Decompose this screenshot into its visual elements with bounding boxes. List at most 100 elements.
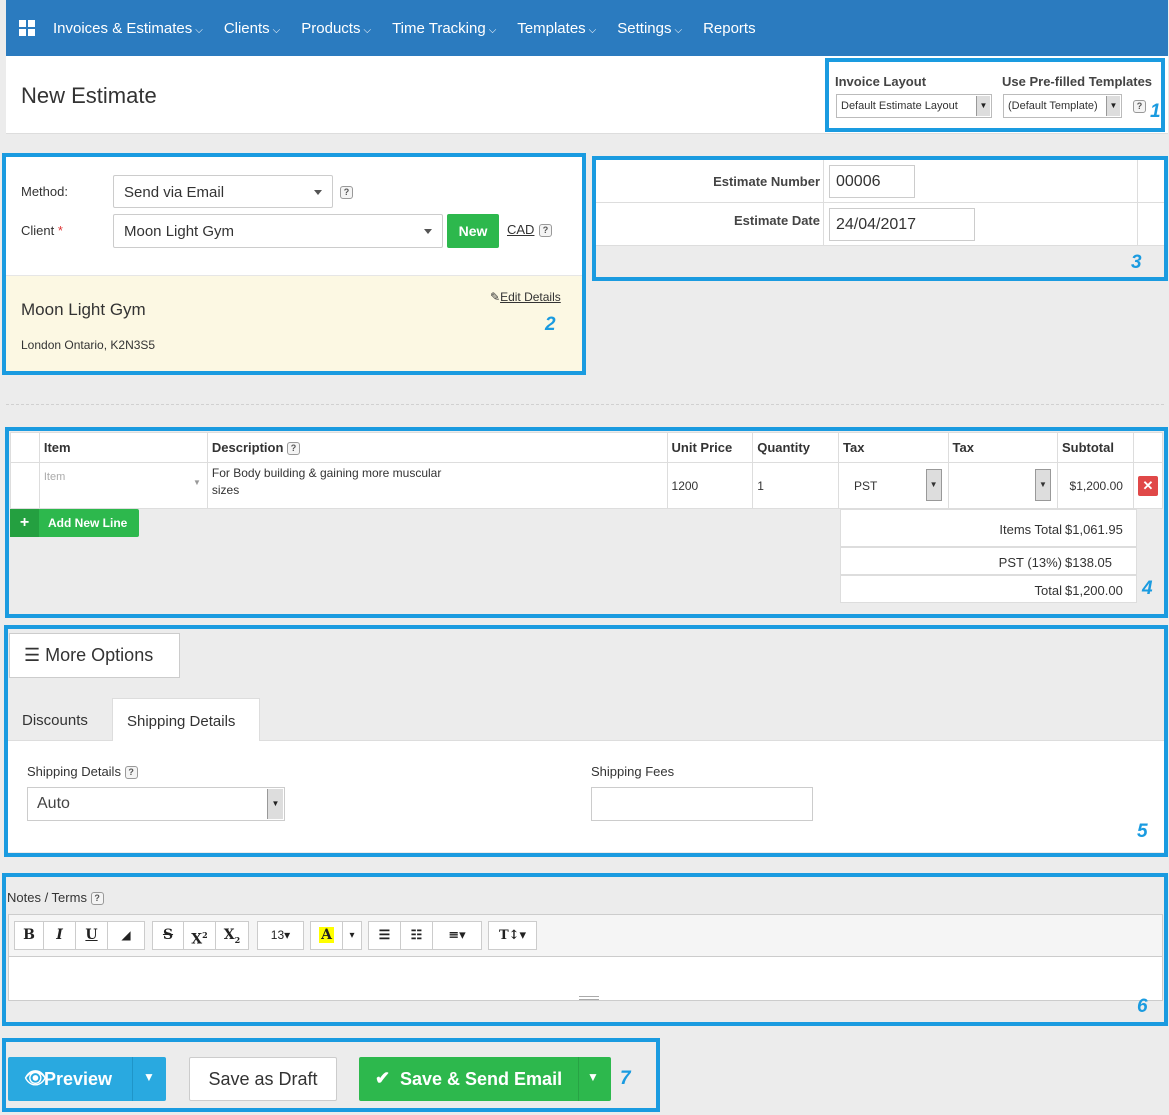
bold-button[interactable]: B	[14, 921, 44, 950]
items-total-value: $1,061.95	[1065, 522, 1123, 537]
estimate-date-input[interactable]: 24/04/2017	[829, 208, 975, 241]
tax-total-row: PST (13%) $138.05	[840, 547, 1137, 575]
superscript-button[interactable]: X2	[183, 921, 216, 950]
font-size-select[interactable]: 13▾	[257, 921, 304, 950]
editor-toolbar: B I U ◢ S X2 X2 13▾ A ▾ ☰ ☷ ≡▾ T↕▾	[8, 914, 1163, 956]
nav-item-settings[interactable]: Settings ⌵	[617, 20, 682, 37]
delete-row-icon[interactable]: ✕	[1137, 475, 1158, 496]
tab-discounts[interactable]: Discounts	[22, 712, 88, 729]
item-select[interactable]: Item ▼	[38, 462, 208, 509]
subtotal-value: $1,200.00	[1056, 462, 1134, 509]
new-client-button[interactable]: New	[447, 214, 499, 248]
subscript-button[interactable]: X2	[215, 921, 249, 950]
line-items-table: Item Description ? Unit Price Quantity T…	[10, 432, 1164, 509]
table-header-item: Item	[38, 432, 208, 463]
caret-down-icon: ▼	[192, 478, 201, 487]
bullet-list-icon[interactable]: ☰	[368, 921, 401, 950]
nav-item-reports[interactable]: Reports	[703, 20, 756, 37]
chevron-down-icon: ⌵	[588, 24, 597, 36]
annotation-number-2: 2	[545, 314, 556, 335]
resize-handle-icon[interactable]	[579, 996, 599, 1000]
dropdown-arrow-icon: ▼	[1034, 469, 1051, 501]
annotation-number-5: 5	[1137, 821, 1148, 842]
table-header-actions	[1132, 432, 1164, 463]
method-select[interactable]: Send via Email	[113, 175, 333, 208]
estimate-number-input[interactable]: 00006	[829, 165, 915, 198]
method-value: Send via Email	[124, 184, 225, 201]
table-header-row: Item Description ? Unit Price Quantity T…	[10, 432, 1164, 463]
italic-button[interactable]: I	[43, 921, 76, 950]
table-row: Item ▼ For Body building & gaining more …	[10, 462, 1164, 509]
page-title: New Estimate	[21, 83, 157, 108]
annotation-number-6: 6	[1137, 996, 1148, 1017]
method-label: Method:	[21, 184, 68, 199]
save-send-email-button[interactable]: ✔ Save & Send Email ▼	[359, 1057, 611, 1101]
numbered-list-icon[interactable]: ☷	[400, 921, 433, 950]
line-height-icon[interactable]: T↕▾	[488, 921, 537, 950]
notes-editor[interactable]	[8, 956, 1163, 1001]
shipping-details-label: Shipping Details ?	[27, 764, 138, 780]
help-icon[interactable]: ?	[124, 766, 138, 780]
plus-icon: +	[10, 509, 39, 537]
edit-details-link[interactable]: ✎Edit Details	[490, 290, 561, 304]
client-value: Moon Light Gym	[124, 223, 235, 240]
align-icon[interactable]: ≡▾	[432, 921, 482, 950]
help-icon[interactable]: ?	[340, 186, 353, 199]
required-mark: *	[57, 223, 63, 238]
templates-label: Use Pre-filled Templates	[1002, 74, 1153, 89]
client-label: Client *	[21, 223, 63, 238]
annotation-number-3: 3	[1131, 252, 1142, 273]
tax-total-value: $138.05	[1065, 555, 1112, 570]
chevron-down-icon: ⌵	[674, 24, 683, 36]
menu-icon: ☰	[24, 645, 41, 665]
caret-down-icon[interactable]: ▼	[143, 1070, 155, 1084]
quantity-field[interactable]: 1	[752, 462, 840, 509]
grand-total-row: Total $1,200.00	[840, 575, 1137, 603]
nav-item-clients[interactable]: Clients ⌵	[224, 20, 280, 37]
client-select[interactable]: Moon Light Gym	[113, 214, 443, 248]
delete-row-cell: ✕	[1132, 462, 1164, 509]
invoice-layout-select[interactable]: Default Estimate Layout ▼	[836, 94, 992, 118]
description-field[interactable]: For Body building & gaining more muscula…	[206, 462, 668, 509]
top-nav: Invoices & Estimates ⌵ Clients ⌵ Products ⌵…	[6, 0, 1168, 56]
chevron-down-icon: ⌵	[195, 24, 203, 36]
notes-label: Notes / Terms ?	[7, 890, 104, 906]
tax-2-select[interactable]: ▼	[947, 462, 1058, 509]
underline-button[interactable]: U	[75, 921, 108, 950]
help-icon[interactable]: ?	[1133, 100, 1146, 113]
tab-shipping-details[interactable]: Shipping Details	[112, 698, 260, 741]
add-new-line-button[interactable]: + Add New Line	[10, 509, 139, 537]
help-icon[interactable]: ?	[539, 224, 552, 237]
preview-button[interactable]: 👁 Preview ▼	[8, 1057, 166, 1101]
tax-select[interactable]: PST ▼	[838, 462, 949, 509]
more-options-button[interactable]: ☰ More Options	[9, 633, 180, 678]
templates-select[interactable]: (Default Template) ▼	[1003, 94, 1122, 118]
check-icon: ✔	[375, 1068, 391, 1088]
caret-down-icon[interactable]: ▼	[587, 1070, 599, 1084]
apps-grid-icon[interactable]	[19, 20, 35, 36]
dropdown-arrow-icon: ▼	[976, 96, 990, 116]
row-drag-handle[interactable]	[10, 462, 40, 509]
highlight-color-icon: A	[319, 927, 334, 943]
table-header-subtotal: Subtotal	[1056, 432, 1134, 463]
nav-item-templates[interactable]: Templates ⌵	[517, 20, 596, 37]
color-dropdown-button[interactable]: ▾	[342, 921, 362, 950]
nav-item-time-tracking[interactable]: Time Tracking ⌵	[392, 20, 496, 37]
save-draft-button[interactable]: Save as Draft	[189, 1057, 337, 1101]
nav-item-products[interactable]: Products ⌵	[301, 20, 371, 37]
unit-price-field[interactable]: 1200	[666, 462, 754, 509]
strikethrough-button[interactable]: S	[152, 921, 184, 950]
nav-item-invoices-estimates[interactable]: Invoices & Estimates ⌵	[53, 20, 203, 37]
eraser-icon[interactable]: ◢	[107, 921, 145, 950]
help-icon[interactable]: ?	[90, 892, 104, 906]
text-color-button[interactable]: A	[310, 921, 343, 950]
pencil-icon: ✎	[490, 290, 501, 304]
help-icon[interactable]: ?	[287, 442, 301, 456]
client-address: London Ontario, K2N3S5	[21, 338, 156, 352]
table-header-handle	[10, 432, 40, 463]
shipping-fees-input[interactable]	[591, 787, 813, 821]
shipping-details-select[interactable]: Auto ▼	[27, 787, 285, 821]
items-total-row: Items Total $1,061.95	[840, 509, 1137, 547]
table-header-unit-price: Unit Price	[666, 432, 754, 463]
currency-link[interactable]: CAD	[507, 222, 534, 237]
